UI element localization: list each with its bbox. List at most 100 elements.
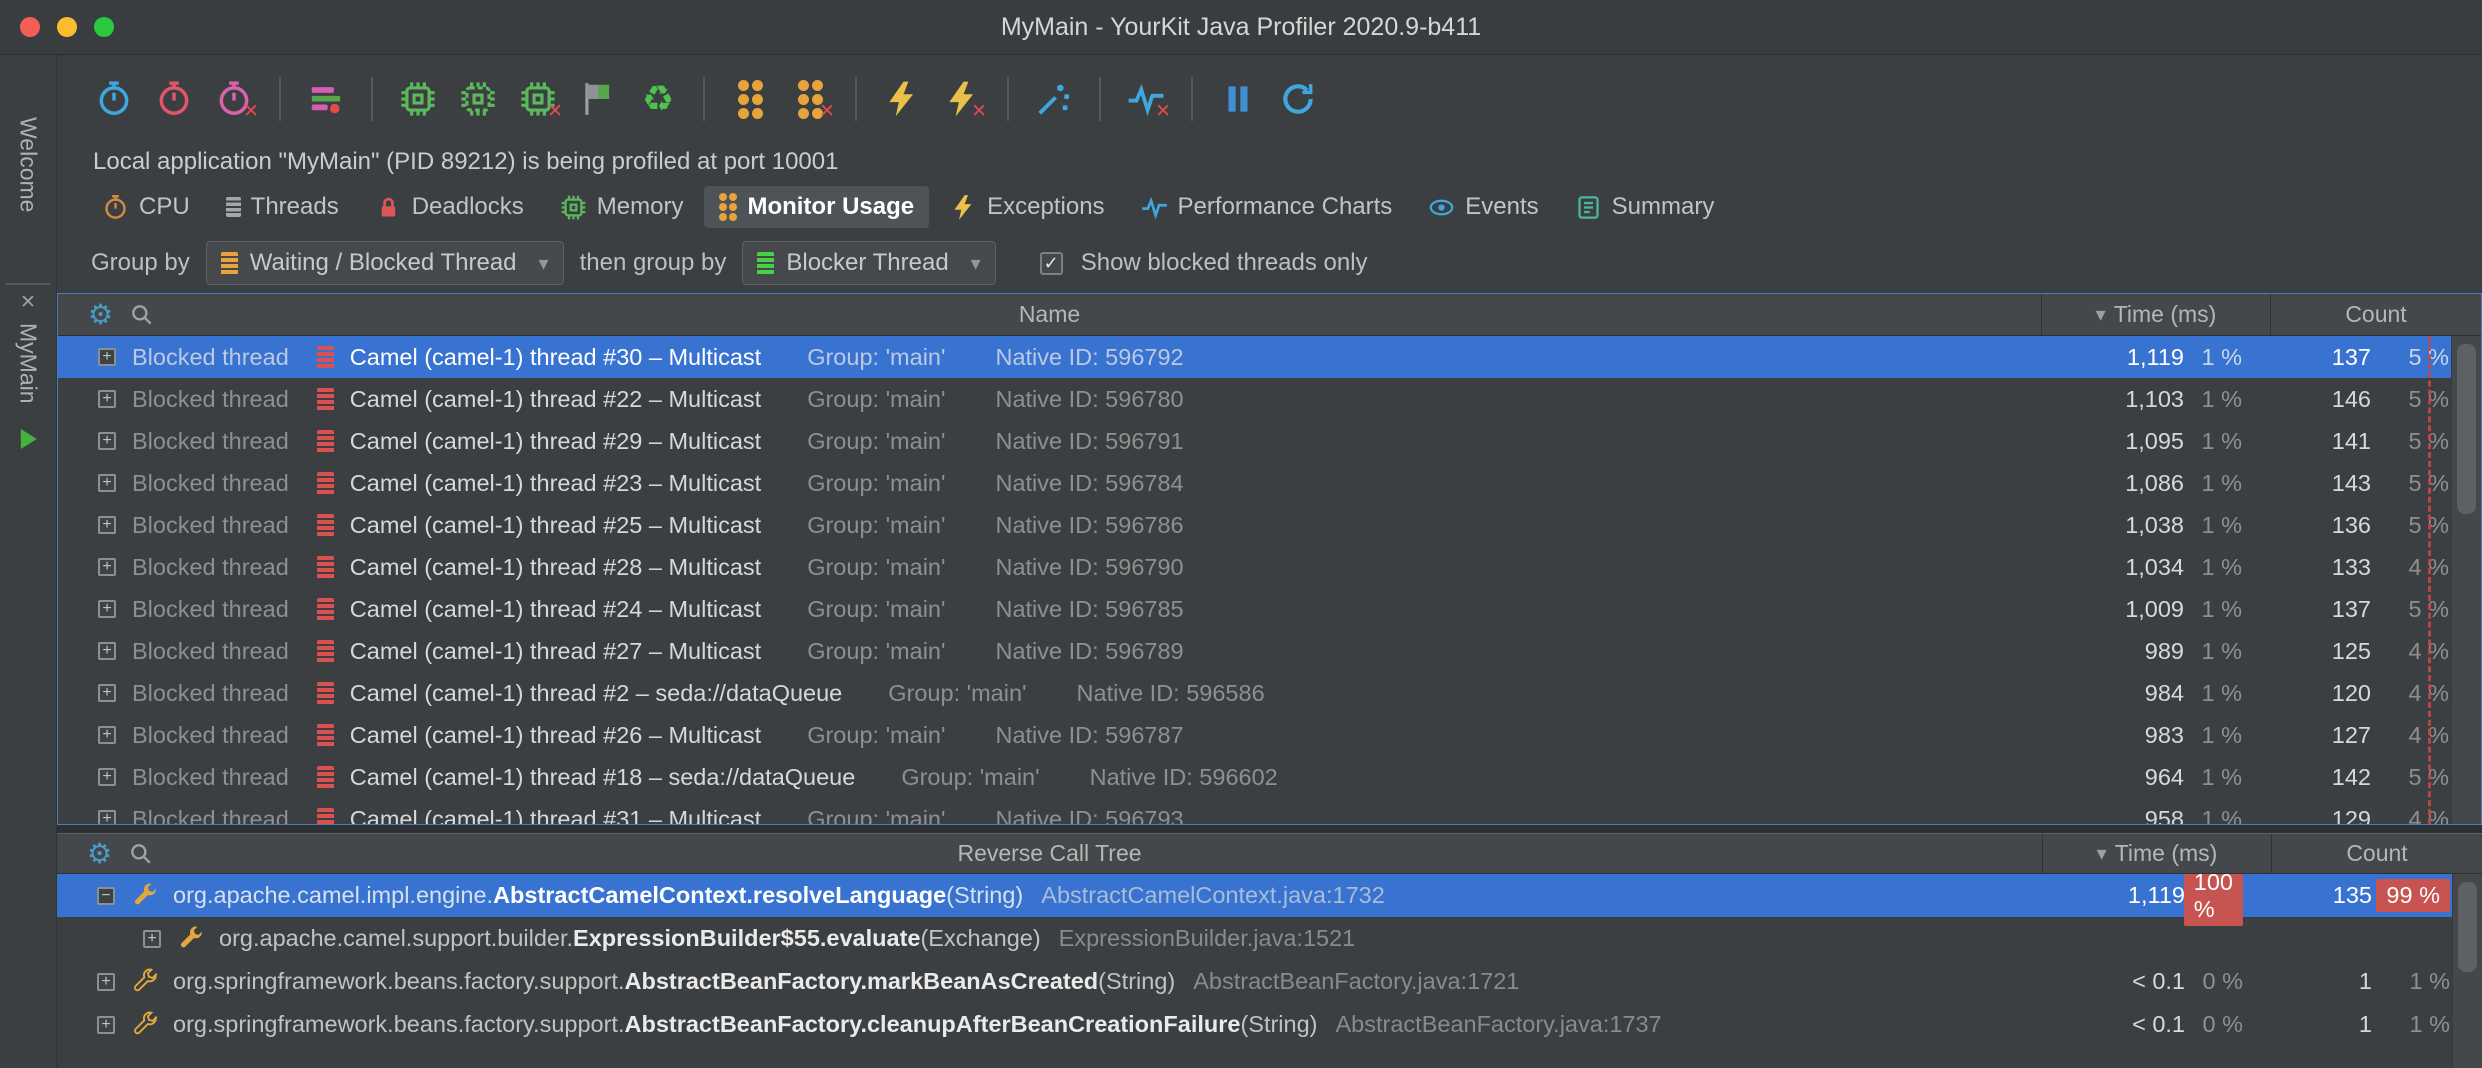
monitor-profiling-icon[interactable] — [729, 78, 771, 120]
method-icon — [131, 1011, 159, 1039]
pause-icon[interactable] — [1217, 78, 1259, 120]
session-running-icon — [21, 429, 37, 449]
hot-percent-badge: 99 % — [2376, 879, 2450, 912]
memory-allocation-icon[interactable] — [457, 78, 499, 120]
tool-sidebar: Welcome ✕ MyMain — [0, 55, 57, 1068]
scrollbar-thumb[interactable] — [2458, 882, 2477, 972]
expand-icon[interactable]: + — [98, 348, 116, 366]
table-row[interactable]: +Blocked threadCamel (camel-1) thread #2… — [58, 546, 2481, 588]
expand-icon[interactable]: + — [97, 1016, 115, 1034]
expand-icon[interactable]: + — [98, 516, 116, 534]
exception-profiling-icon[interactable] — [881, 78, 923, 120]
expand-icon[interactable]: + — [98, 810, 116, 824]
table-row[interactable]: +Blocked threadCamel (camel-1) thread #3… — [58, 798, 2481, 824]
column-header-name[interactable]: Name — [58, 301, 2041, 328]
expand-icon[interactable]: + — [143, 930, 161, 948]
minimize-window-button[interactable] — [57, 17, 77, 37]
table-row[interactable]: +Blocked threadCamel (camel-1) thread #2… — [58, 672, 2481, 714]
toolbar-separator — [1007, 77, 1009, 121]
expand-icon[interactable]: + — [98, 558, 116, 576]
sort-desc-icon: ▾ — [2096, 302, 2106, 327]
expand-icon[interactable]: + — [98, 432, 116, 450]
method-icon — [131, 968, 159, 996]
cpu-sampling-icon[interactable] — [93, 78, 135, 120]
magic-wand-icon[interactable] — [1033, 78, 1075, 120]
expand-icon[interactable]: + — [98, 600, 116, 618]
panel-divider[interactable] — [57, 825, 2482, 833]
toolbar-separator — [279, 77, 281, 121]
collapse-icon[interactable]: − — [97, 887, 115, 905]
show-blocked-label: Show blocked threads only — [1081, 249, 1368, 277]
tab-threads[interactable]: Threads — [211, 186, 354, 228]
table-row[interactable]: +Blocked threadCamel (camel-1) thread #2… — [58, 504, 2481, 546]
close-window-button[interactable] — [20, 17, 40, 37]
flag-icon[interactable] — [577, 78, 619, 120]
blocker-thread-icon — [757, 252, 774, 275]
toolbar-separator — [703, 77, 705, 121]
call-tree-row[interactable]: − org.apache.camel.impl.engine.AbstractC… — [57, 874, 2482, 917]
tab-exceptions[interactable]: Exceptions — [935, 186, 1119, 228]
exception-profiling-stop-icon[interactable] — [941, 78, 983, 120]
call-tree-row[interactable]: + org.springframework.beans.factory.supp… — [57, 960, 2482, 1003]
expand-icon[interactable]: + — [98, 642, 116, 660]
thread-dump-icon[interactable] — [305, 78, 347, 120]
tab-memory[interactable]: Memory — [545, 186, 699, 228]
table-row[interactable]: +Blocked threadCamel (camel-1) thread #2… — [58, 588, 2481, 630]
view-tabbar: CPU Threads Deadlocks Memory Monitor Usa… — [57, 181, 2482, 233]
zoom-window-button[interactable] — [94, 17, 114, 37]
tab-performance-charts[interactable]: Performance Charts — [1126, 186, 1408, 228]
close-session-icon[interactable]: ✕ — [0, 291, 56, 314]
title-bar: MyMain - YourKit Java Profiler 2020.9-b4… — [0, 0, 2482, 55]
then-group-by-combo[interactable]: Blocker Thread — [742, 241, 995, 285]
expand-icon[interactable]: + — [98, 768, 116, 786]
gear-icon[interactable]: ⚙ — [87, 840, 112, 868]
memory-allocation-stop-icon[interactable] — [517, 78, 559, 120]
force-gc-icon[interactable]: ♻ — [637, 78, 679, 120]
search-icon[interactable] — [129, 302, 155, 328]
column-header-time[interactable]: ▾ Time (ms) — [2041, 294, 2270, 335]
cpu-stop-icon[interactable] — [213, 78, 255, 120]
group-by-combo[interactable]: Waiting / Blocked Thread — [206, 241, 564, 285]
group-by-label: Group by — [91, 249, 190, 277]
sidebar-tab-welcome[interactable]: Welcome — [15, 117, 42, 212]
memory-tab-icon — [560, 194, 587, 221]
summary-tab-icon — [1575, 194, 1602, 221]
expand-icon[interactable]: + — [98, 726, 116, 744]
search-icon[interactable] — [128, 841, 154, 867]
table-row[interactable]: +Blocked threadCamel (camel-1) thread #2… — [58, 420, 2481, 462]
show-blocked-checkbox[interactable] — [1040, 252, 1063, 275]
expand-icon[interactable]: + — [98, 684, 116, 702]
table-row[interactable]: +Blocked threadCamel (camel-1) thread #2… — [58, 630, 2481, 672]
table-row[interactable]: +Blocked threadCamel (camel-1) thread #1… — [58, 756, 2481, 798]
table-row[interactable]: +Blocked threadCamel (camel-1) thread #2… — [58, 714, 2481, 756]
tab-summary[interactable]: Summary — [1560, 186, 1730, 228]
call-tree-row[interactable]: + org.springframework.beans.factory.supp… — [57, 1003, 2482, 1046]
memory-snapshot-icon[interactable] — [397, 78, 439, 120]
table-row[interactable]: +Blocked threadCamel (camel-1) thread #2… — [58, 378, 2481, 420]
call-tree-row[interactable]: + org.apache.camel.support.builder.Expre… — [57, 917, 2482, 960]
column-header-count[interactable]: Count — [2271, 834, 2482, 873]
tab-cpu[interactable]: CPU — [87, 186, 205, 228]
blocked-thread-icon — [317, 766, 334, 789]
tab-deadlocks[interactable]: Deadlocks — [360, 186, 539, 228]
telemetry-stop-icon[interactable] — [1125, 78, 1167, 120]
column-header-time[interactable]: ▾ Time (ms) — [2042, 834, 2271, 873]
expand-icon[interactable]: + — [98, 474, 116, 492]
cpu-tracing-icon[interactable] — [153, 78, 195, 120]
scrollbar-thumb[interactable] — [2457, 344, 2476, 514]
call-tree-header: ⚙ Reverse Call Tree ▾ Time (ms) Count — [57, 834, 2482, 874]
tab-monitor-usage[interactable]: Monitor Usage — [704, 186, 929, 228]
sidebar-tab-mymain[interactable]: MyMain — [15, 323, 42, 404]
vertical-scrollbar[interactable] — [2451, 336, 2481, 824]
expand-icon[interactable]: + — [98, 390, 116, 408]
table-row[interactable]: +Blocked threadCamel (camel-1) thread #2… — [58, 462, 2481, 504]
vertical-scrollbar[interactable] — [2452, 874, 2482, 1068]
gear-icon[interactable]: ⚙ — [88, 301, 113, 329]
main-toolbar: ♻ — [57, 55, 2482, 143]
column-header-count[interactable]: Count — [2270, 294, 2481, 335]
expand-icon[interactable]: + — [97, 973, 115, 991]
refresh-icon[interactable] — [1277, 78, 1319, 120]
monitor-profiling-stop-icon[interactable] — [789, 78, 831, 120]
tab-events[interactable]: Events — [1413, 186, 1553, 228]
table-row[interactable]: +Blocked threadCamel (camel-1) thread #3… — [58, 336, 2481, 378]
